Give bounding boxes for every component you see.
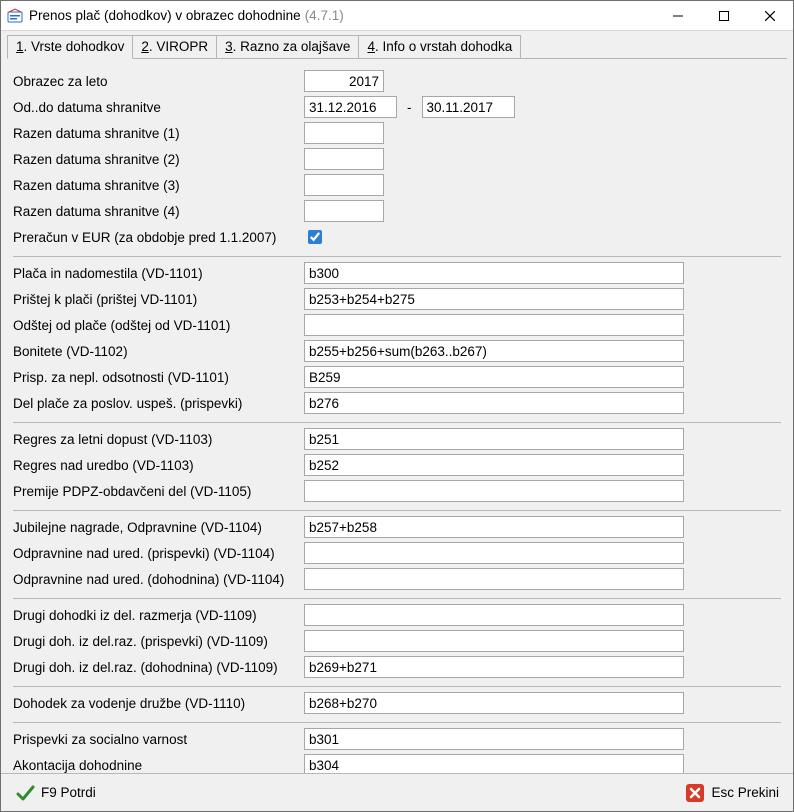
vodenje-druzbe-input[interactable] <box>304 692 684 714</box>
app-icon <box>7 8 23 24</box>
akontacija-input[interactable] <box>304 754 684 773</box>
minimize-icon <box>673 11 683 21</box>
drugi-doh-prisp-input[interactable] <box>304 630 684 652</box>
separator <box>13 716 781 726</box>
check-icon <box>15 783 35 803</box>
titlebar: Prenos plač (dohodkov) v obrazec dohodni… <box>1 1 793 31</box>
g4-r2-label: Drugi doh. iz del.raz. (prispevki) (VD-1… <box>13 634 298 649</box>
g2-r2-label: Regres nad uredbo (VD-1103) <box>13 458 298 473</box>
maximize-icon <box>719 11 729 21</box>
tab-vrste-dohodkov[interactable]: 1. Vrste dohodkov <box>7 35 133 59</box>
cancel-label: Esc Prekini <box>711 785 779 800</box>
prispevki-soc-input[interactable] <box>304 728 684 750</box>
regres-input[interactable] <box>304 428 684 450</box>
except-date-4-input[interactable] <box>304 200 384 222</box>
g4-r3-label: Drugi doh. iz del.raz. (dohodnina) (VD-1… <box>13 660 298 675</box>
g1-r2-label: Prištej k plači (prištej VD-1101) <box>13 292 298 307</box>
tab-strip: 1. Vrste dohodkov 2. VIROPR 3. Razno za … <box>1 31 793 59</box>
tab-viropr[interactable]: 2. VIROPR <box>132 35 217 59</box>
close-icon <box>765 11 775 21</box>
except-date-3-input[interactable] <box>304 174 384 196</box>
date-range-sep: - <box>403 100 416 115</box>
bonitete-input[interactable] <box>304 340 684 362</box>
except-date-2-label: Razen datuma shranitve (2) <box>13 152 298 167</box>
except-date-4-label: Razen datuma shranitve (4) <box>13 204 298 219</box>
g3-r1-label: Jubilejne nagrade, Odpravnine (VD-1104) <box>13 520 298 535</box>
year-input[interactable] <box>304 70 384 92</box>
g1-r3-label: Odštej od plače (odštej od VD-1101) <box>13 318 298 333</box>
prisp-nepl-input[interactable] <box>304 366 684 388</box>
tab-razno-za-olajsave[interactable]: 3. Razno za olajšave <box>216 35 359 59</box>
footer: F9 Potrdi Esc Prekini <box>1 773 793 811</box>
eur-recalc-label: Preračun v EUR (za obdobje pred 1.1.2007… <box>13 230 298 245</box>
cancel-icon <box>685 783 705 803</box>
separator <box>13 250 781 260</box>
odpravnine-doh-input[interactable] <box>304 568 684 590</box>
maximize-button[interactable] <box>701 1 747 31</box>
minimize-button[interactable] <box>655 1 701 31</box>
except-date-1-input[interactable] <box>304 122 384 144</box>
cancel-button[interactable]: Esc Prekini <box>681 781 783 805</box>
g3-r2-label: Odpravnine nad ured. (prispevki) (VD-110… <box>13 546 298 561</box>
close-button[interactable] <box>747 1 793 31</box>
date-to-input[interactable] <box>422 96 515 118</box>
date-from-input[interactable] <box>304 96 397 118</box>
app-window: Prenos plač (dohodkov) v obrazec dohodni… <box>0 0 794 812</box>
date-range-label: Od..do datuma shranitve <box>13 100 298 115</box>
separator <box>13 416 781 426</box>
g2-r3-label: Premije PDPZ-obdavčeni del (VD-1105) <box>13 484 298 499</box>
g4-r1-label: Drugi dohodki iz del. razmerja (VD-1109) <box>13 608 298 623</box>
window-version: (4.7.1) <box>305 8 344 23</box>
form-body: Obrazec za leto Od..do datuma shranitve … <box>1 60 793 773</box>
g1-r1-label: Plača in nadomestila (VD-1101) <box>13 266 298 281</box>
g6-r2-label: Akontacija dohodnine <box>13 758 298 773</box>
g2-r1-label: Regres za letni dopust (VD-1103) <box>13 432 298 447</box>
confirm-label: F9 Potrdi <box>41 785 96 800</box>
g3-r3-label: Odpravnine nad ured. (dohodnina) (VD-110… <box>13 572 298 587</box>
except-date-1-label: Razen datuma shranitve (1) <box>13 126 298 141</box>
premije-pdpz-input[interactable] <box>304 480 684 502</box>
del-place-input[interactable] <box>304 392 684 414</box>
separator <box>13 680 781 690</box>
g1-r6-label: Del plače za poslov. uspeš. (prispevki) <box>13 396 298 411</box>
odstej-input[interactable] <box>304 314 684 336</box>
window-title: Prenos plač (dohodkov) v obrazec dohodni… <box>29 8 301 23</box>
g5-r1-label: Dohodek za vodenje družbe (VD-1110) <box>13 696 298 711</box>
odpravnine-prisp-input[interactable] <box>304 542 684 564</box>
drugi-doh-input[interactable] <box>304 604 684 626</box>
jubilejne-input[interactable] <box>304 516 684 538</box>
tab-info-o-vrstah-dohodka[interactable]: 4. Info o vrstah dohodka <box>358 35 521 59</box>
year-label: Obrazec za leto <box>13 74 298 89</box>
g1-r4-label: Bonitete (VD-1102) <box>13 344 298 359</box>
separator <box>13 592 781 602</box>
regres-nad-input[interactable] <box>304 454 684 476</box>
except-date-2-input[interactable] <box>304 148 384 170</box>
eur-recalc-checkbox[interactable] <box>308 230 322 244</box>
placa-input[interactable] <box>304 262 684 284</box>
separator <box>13 504 781 514</box>
pristej-input[interactable] <box>304 288 684 310</box>
g6-r1-label: Prispevki za socialno varnost <box>13 732 298 747</box>
drugi-doh-doh-input[interactable] <box>304 656 684 678</box>
except-date-3-label: Razen datuma shranitve (3) <box>13 178 298 193</box>
confirm-button[interactable]: F9 Potrdi <box>11 781 100 805</box>
g1-r5-label: Prisp. za nepl. odsotnosti (VD-1101) <box>13 370 298 385</box>
